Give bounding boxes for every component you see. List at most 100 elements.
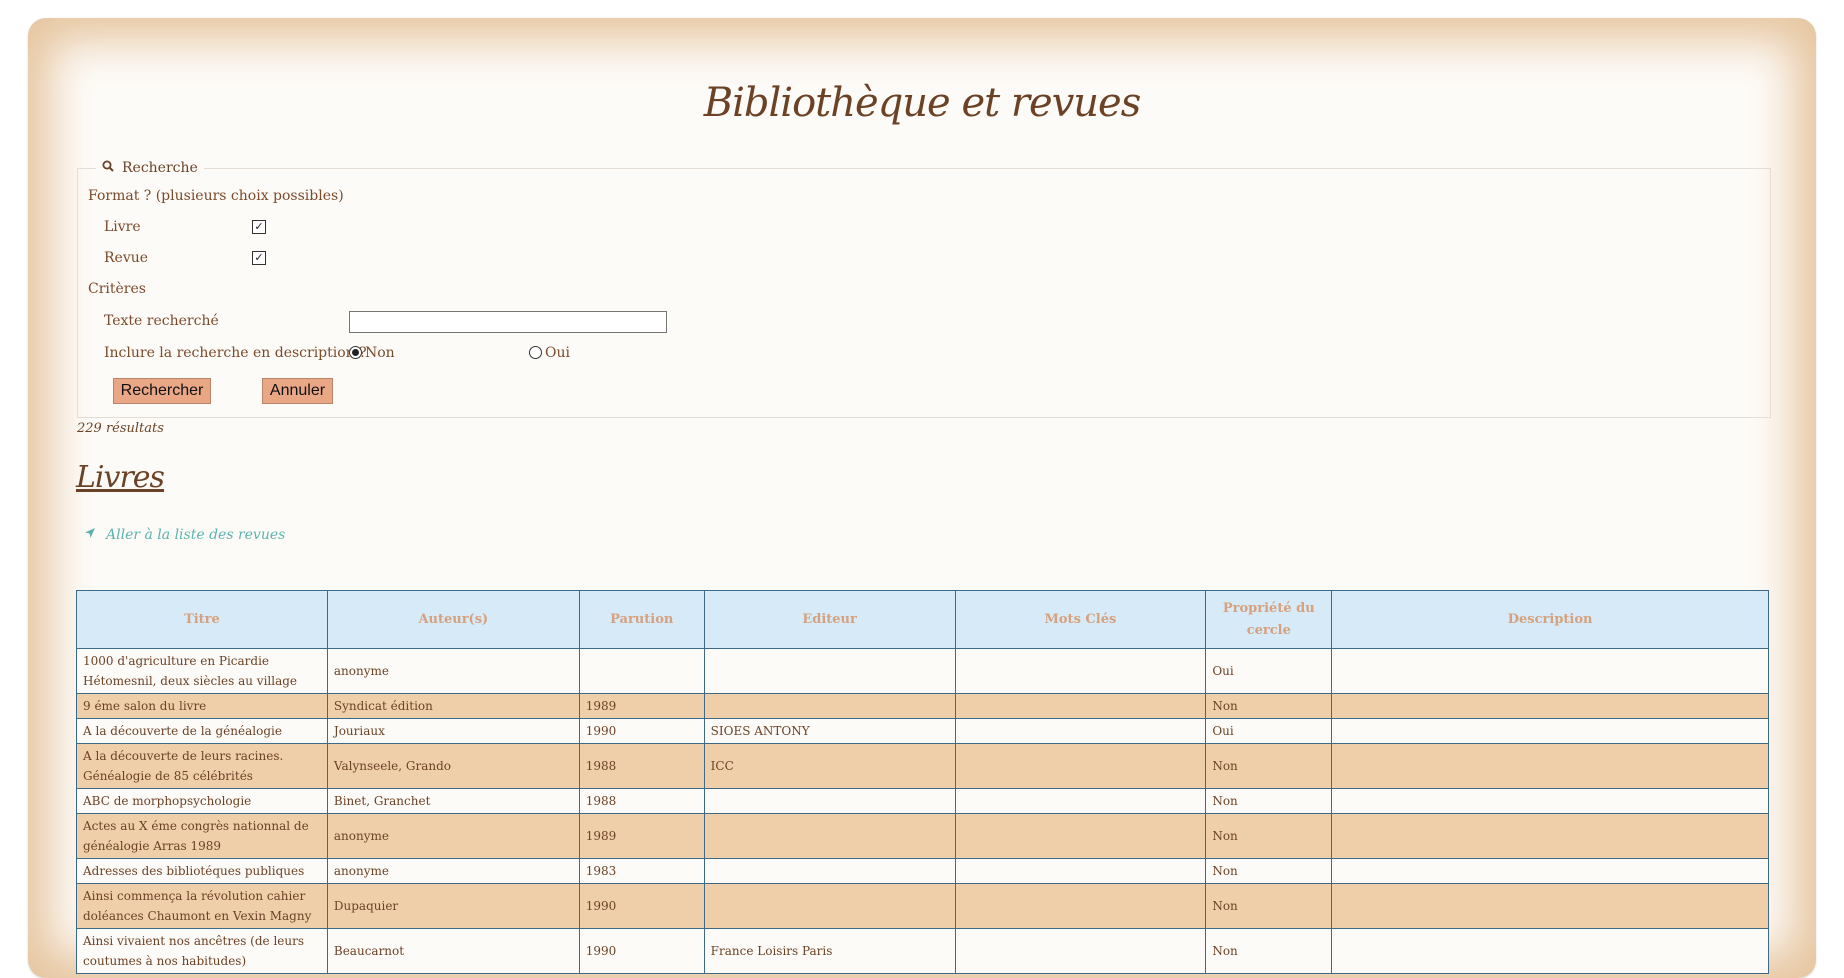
col-header-titre[interactable]: Titre [76,590,328,649]
cell-propriete: Non [1205,883,1333,929]
col-header-parution[interactable]: Parution [578,590,705,649]
cell-editeur [703,858,956,884]
cell-parution: 1983 [578,858,705,884]
cell-mots-cles [954,858,1207,884]
text-search-input[interactable] [349,311,667,333]
cell-titre: A la découverte de la généalogie [76,718,328,744]
cell-description [1331,813,1769,859]
cell-parution: 1990 [578,928,705,974]
cell-description [1331,788,1769,814]
cell-mots-cles [954,693,1207,719]
cancel-button[interactable]: Annuler [262,378,333,404]
cell-auteurs: Binet, Granchet [326,788,580,814]
cell-editeur [703,788,956,814]
format-label: Format ? (plusieurs choix possibles) [88,188,344,204]
description-non-label: Non [365,345,395,361]
cell-mots-cles [954,928,1207,974]
cell-editeur [703,693,956,719]
cell-mots-cles [954,743,1207,789]
cell-auteurs: anonyme [326,813,580,859]
cell-parution: 1990 [578,718,705,744]
table-row: Ainsi commença la révolution cahier dolé… [76,883,1769,929]
table-row: Actes au X éme congrès nationnal de géné… [76,813,1769,859]
cell-mots-cles [954,718,1207,744]
cell-auteurs: Valynseele, Grando [326,743,580,789]
col-header-auteurs[interactable]: Auteur(s) [326,590,580,649]
cell-description [1331,693,1769,719]
goto-revues-link[interactable]: Aller à la liste des revues [84,527,285,543]
format-livre-checkbox[interactable]: ✓ [252,220,266,234]
cell-parution: 1990 [578,883,705,929]
cell-propriete: Oui [1205,718,1333,744]
table-row: 1000 d'agriculture en Picardie Hétomesni… [76,648,1769,694]
cell-auteurs: Beaucarnot [326,928,580,974]
table-row: ABC de morphopsychologie Binet, Granchet… [76,788,1769,814]
cell-parution: 1989 [578,813,705,859]
cell-description [1331,743,1769,789]
description-oui-radio[interactable] [529,346,542,359]
cell-description [1331,718,1769,744]
cell-propriete: Non [1205,813,1333,859]
description-option-label: Inclure la recherche en description ? [104,345,367,361]
description-non-radio[interactable] [349,346,362,359]
cell-propriete: Non [1205,693,1333,719]
col-header-editeur[interactable]: Editeur [703,590,956,649]
col-header-description[interactable]: Description [1331,590,1769,649]
cell-parution: 1988 [578,743,705,789]
cell-propriete: Non [1205,788,1333,814]
table-row: 9 éme salon du livre Syndicat édition 19… [76,693,1769,719]
cell-editeur: SIOES ANTONY [703,718,956,744]
format-revue-checkbox[interactable]: ✓ [252,251,266,265]
cell-auteurs: Dupaquier [326,883,580,929]
cell-titre: Ainsi commença la révolution cahier dolé… [76,883,328,929]
search-legend-label: Recherche [122,160,198,176]
cell-propriete: Oui [1205,648,1333,694]
search-button[interactable]: Rechercher [113,378,211,404]
col-header-mots-cles[interactable]: Mots Clés [954,590,1207,649]
cell-mots-cles [954,648,1207,694]
table-row: A la découverte de leurs racines. Généal… [76,743,1769,789]
cell-propriete: Non [1205,928,1333,974]
cell-description [1331,883,1769,929]
cell-parution: 1988 [578,788,705,814]
cell-mots-cles [954,883,1207,929]
results-count: 229 résultats [77,421,164,436]
cell-titre: Adresses des bibliotéques publiques [76,858,328,884]
cell-auteurs: anonyme [326,648,580,694]
cell-auteurs: anonyme [326,858,580,884]
cell-titre: 9 éme salon du livre [76,693,328,719]
col-header-propriete[interactable]: Propriété du cercle [1205,590,1333,649]
cell-parution: 1989 [578,693,705,719]
cell-titre: 1000 d'agriculture en Picardie Hétomesni… [76,648,328,694]
cell-editeur: France Loisirs Paris [703,928,956,974]
location-arrow-icon [84,527,96,543]
section-heading: Livres [76,460,165,495]
goto-revues-label: Aller à la liste des revues [106,527,286,543]
cell-editeur: ICC [703,743,956,789]
cell-editeur [703,813,956,859]
cell-editeur [703,883,956,929]
criteria-label: Critères [88,281,146,297]
cell-description [1331,858,1769,884]
cell-titre: A la découverte de leurs racines. Généal… [76,743,328,789]
table-header-row: Titre Auteur(s) Parution Editeur Mots Cl… [76,590,1769,649]
cell-description [1331,928,1769,974]
cell-titre: Actes au X éme congrès nationnal de géné… [76,813,328,859]
cell-parution [578,648,705,694]
cell-titre: Ainsi vivaient nos ancêtres (de leurs co… [76,928,328,974]
books-table: Titre Auteur(s) Parution Editeur Mots Cl… [76,590,1769,974]
cell-mots-cles [954,788,1207,814]
format-revue-label: Revue [104,250,149,266]
table-row: A la découverte de la généalogie Jouriau… [76,718,1769,744]
cell-auteurs: Syndicat édition [326,693,580,719]
cell-propriete: Non [1205,858,1333,884]
text-search-label: Texte recherché [104,313,219,329]
format-livre-label: Livre [104,219,141,235]
cell-auteurs: Jouriaux [326,718,580,744]
cell-editeur [703,648,956,694]
table-row: Adresses des bibliotéques publiques anon… [76,858,1769,884]
table-row: Ainsi vivaient nos ancêtres (de leurs co… [76,928,1769,974]
page-title: Bibliothèque et revues [703,80,1142,126]
cell-titre: ABC de morphopsychologie [76,788,328,814]
description-oui-label: Oui [545,345,570,361]
